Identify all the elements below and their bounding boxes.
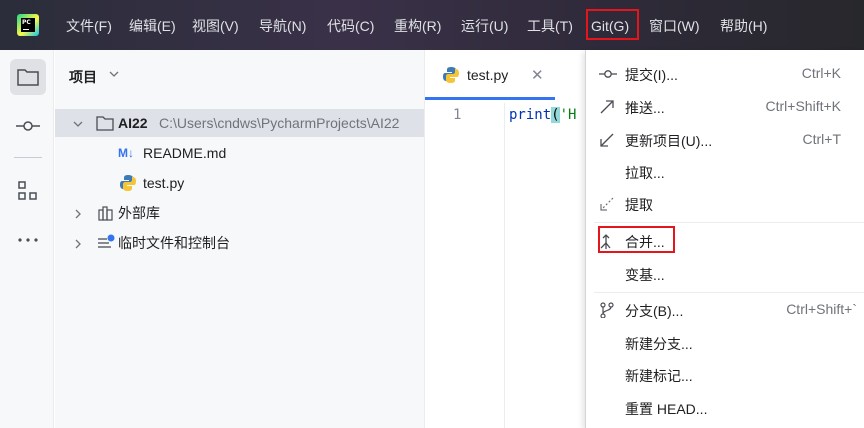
editor-gutter	[425, 103, 505, 428]
pycharm-logo-icon[interactable]: PC	[17, 14, 39, 36]
root-folder-name: AI22	[118, 115, 148, 131]
tool-window-strip	[0, 50, 54, 428]
chevron-down-icon[interactable]	[72, 118, 84, 130]
markdown-icon: M↓	[118, 146, 134, 160]
menu-item-label: 更新项目(U)...	[625, 133, 713, 149]
main-menubar: PC 文件(F) 编辑(E) 视图(V) 导航(N) 代码(C) 重构(R) 运…	[0, 0, 864, 50]
chevron-right-icon[interactable]	[72, 208, 84, 220]
node-name: 外部库	[118, 205, 160, 221]
git-menu-new-branch[interactable]: 新建分支...	[586, 328, 864, 358]
git-menu-reset-head[interactable]: 重置 HEAD...	[586, 393, 864, 423]
menu-code[interactable]: 代码(C)	[327, 15, 374, 37]
git-menu-fetch[interactable]: 提取	[586, 189, 864, 219]
python-icon	[120, 175, 136, 191]
more-icon	[18, 238, 38, 242]
branch-icon	[600, 302, 614, 318]
menu-tools[interactable]: 工具(T)	[527, 15, 573, 37]
git-menu-rebase[interactable]: 变基...	[586, 259, 864, 289]
folder-icon	[17, 69, 39, 86]
git-menu-update-project[interactable]: 更新项目(U)... Ctrl+T	[586, 125, 864, 155]
close-icon[interactable]: ✕	[531, 66, 544, 84]
line-number: 1	[453, 107, 462, 123]
logo-text: PC	[22, 19, 31, 26]
menu-run[interactable]: 运行(U)	[461, 15, 508, 37]
commit-icon	[599, 70, 617, 78]
chevron-right-icon[interactable]	[72, 238, 84, 250]
structure-tool-button[interactable]	[10, 173, 46, 209]
fetch-arrow-icon	[600, 197, 614, 211]
git-menu-commit[interactable]: 提交(I)... Ctrl+K	[586, 59, 864, 89]
menu-file[interactable]: 文件(F)	[66, 15, 112, 37]
logo-inner: PC	[21, 18, 35, 32]
git-menu-push[interactable]: 推送... Ctrl+Shift+K	[586, 92, 864, 122]
menu-view[interactable]: 视图(V)	[192, 15, 239, 37]
menu-item-label: 变基...	[625, 267, 665, 283]
menu-item-label: 重置 HEAD...	[625, 401, 708, 417]
logo-underline	[23, 29, 29, 30]
more-tools-button[interactable]	[10, 222, 46, 258]
menu-refactor[interactable]: 重构(R)	[394, 15, 441, 37]
code-string: 'H	[559, 107, 577, 123]
library-icon	[98, 206, 113, 221]
menu-edit[interactable]: 编辑(E)	[129, 15, 176, 37]
editor-area: test.py ✕ 1 print('H	[425, 50, 585, 428]
folder-icon	[96, 116, 114, 131]
file-name: README.md	[143, 145, 227, 161]
menu-navigate[interactable]: 导航(N)	[259, 15, 306, 37]
git-menu-pull[interactable]: 拉取...	[586, 157, 864, 187]
menu-window[interactable]: 窗口(W)	[649, 15, 700, 37]
menu-help[interactable]: 帮助(H)	[720, 15, 767, 37]
code-keyword: print	[509, 107, 552, 123]
tree-row-root[interactable]: AI22 C:\Users\cndws\PycharmProjects\AI22	[55, 109, 424, 137]
push-arrow-icon	[600, 100, 614, 114]
editor-tab-testpy[interactable]: test.py ✕	[425, 50, 555, 100]
git-menu-highlight-box	[586, 9, 639, 40]
menu-item-label: 提取	[625, 197, 653, 213]
menu-item-label: 新建标记...	[625, 368, 693, 384]
merge-highlight-box	[598, 226, 675, 253]
chevron-down-icon[interactable]	[108, 68, 120, 80]
node-name: 临时文件和控制台	[118, 235, 230, 251]
tree-row-external-libs[interactable]: 外部库	[55, 199, 424, 227]
file-name: test.py	[143, 175, 185, 191]
code-paren: (	[551, 107, 560, 123]
structure-icon	[18, 181, 37, 200]
menu-item-shortcut: Ctrl+K	[801, 65, 841, 81]
menu-item-shortcut: Ctrl+Shift+`	[786, 301, 857, 317]
strip-separator	[14, 157, 42, 158]
project-pane: 项目 AI22 C:\Users\cndws\PycharmProjects\A…	[55, 50, 425, 428]
menu-item-label: 拉取...	[625, 165, 665, 181]
menu-item-label: 推送...	[625, 100, 665, 116]
scratches-icon	[98, 234, 115, 248]
python-icon	[443, 67, 459, 83]
menu-item-label: 新建分支...	[625, 336, 693, 352]
project-tool-button[interactable]	[10, 59, 46, 95]
menu-item-label: 分支(B)...	[625, 303, 684, 319]
root-folder-path: C:\Users\cndws\PycharmProjects\AI22	[159, 115, 400, 131]
git-menu-branches[interactable]: 分支(B)... Ctrl+Shift+`	[586, 295, 864, 325]
commit-icon	[16, 121, 40, 131]
code-line[interactable]: print('H	[509, 107, 576, 123]
editor-tab-label: test.py	[467, 67, 509, 83]
commit-tool-button[interactable]	[10, 108, 46, 144]
tree-row-testpy[interactable]: test.py	[55, 169, 424, 197]
menu-separator	[594, 222, 864, 223]
tree-row-scratches[interactable]: 临时文件和控制台	[55, 229, 424, 257]
menu-separator	[594, 292, 864, 293]
git-menu-new-tag[interactable]: 新建标记...	[586, 360, 864, 390]
menu-item-shortcut: Ctrl+Shift+K	[765, 98, 841, 114]
update-arrow-icon	[600, 133, 614, 147]
project-pane-title[interactable]: 项目	[69, 67, 97, 87]
tree-row-readme[interactable]: M↓ README.md	[55, 139, 424, 167]
menu-item-shortcut: Ctrl+T	[802, 131, 842, 147]
menu-item-label: 提交(I)...	[625, 67, 678, 83]
